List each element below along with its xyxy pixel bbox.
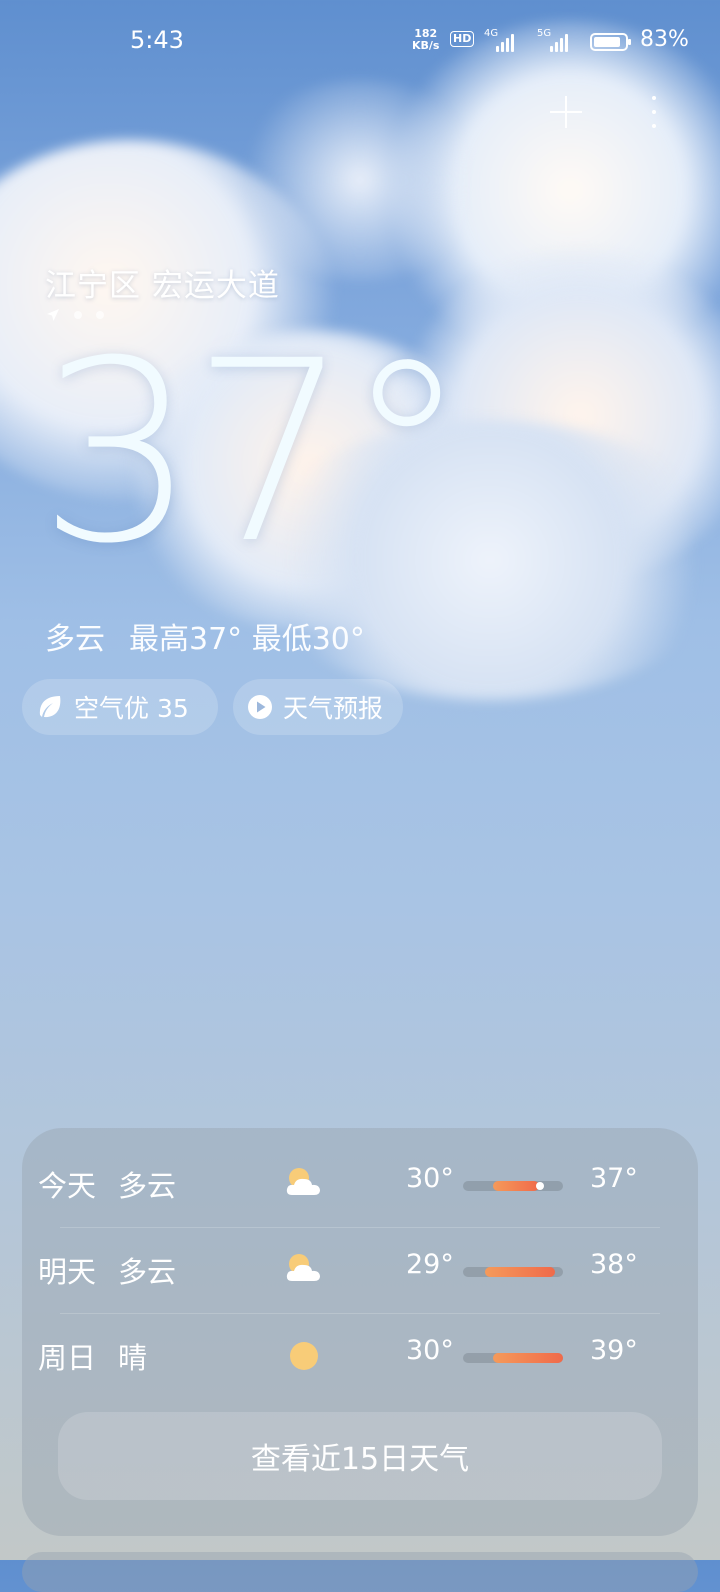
temperature-range-fill [493,1353,563,1363]
weather-forecast-video-chip[interactable]: 天气预报 [233,679,403,735]
forecast-row-today[interactable]: 今天 多云 30° 37° [38,1143,638,1227]
temperature-range-fill [485,1267,555,1277]
next-card-peek [22,1552,698,1592]
more-dot-icon [652,96,656,100]
forecast-high: 38° [590,1249,638,1280]
sim1-signal-icon [496,34,514,52]
forecast-day: 周日 [38,1341,97,1375]
status-time: 5:43 [130,26,184,54]
temperature-range-fill [493,1181,539,1191]
forecast-condition: 晴 [118,1341,148,1375]
forecast-row-tomorrow[interactable]: 明天 多云 29° 38° [38,1229,638,1313]
more-dot-icon [652,110,656,114]
sim2-signal-icon [550,34,568,52]
sim2-network-type: 5G [537,28,552,39]
more-dot-icon [652,124,656,128]
air-quality-chip[interactable]: 空气优 35 [22,679,218,735]
forecast-condition: 多云 [118,1255,177,1289]
add-city-button[interactable] [546,92,586,132]
view-15-day-forecast-button[interactable]: 查看近15日天气 [58,1412,662,1500]
forecast-high: 39° [590,1335,638,1366]
status-bar: 5:43 182 KB/s HD 4G 5G 83% [0,24,720,60]
temperature-range-bar [463,1267,563,1277]
more-options-button[interactable] [640,92,668,132]
forecast-day: 今天 [38,1169,97,1203]
forecast-low: 30° [406,1163,454,1194]
location-title[interactable]: 江宁区 宏运大道 [45,260,280,305]
forecast-row-sunday[interactable]: 周日 晴 30° 39° [38,1315,638,1399]
play-icon [247,694,273,720]
air-quality-label: 空气优 35 [74,694,189,723]
current-summary: 多云 最高37° 最低30° [45,614,389,658]
battery-icon [590,33,631,51]
battery-percent: 83% [640,27,689,52]
current-condition: 多云 [45,622,105,657]
current-temperature: 37° [38,307,469,598]
forecast-low: 30° [406,1335,454,1366]
temperature-range-bar [463,1181,563,1191]
network-speed: 182 KB/s [412,28,439,52]
current-temperature-marker [536,1182,544,1190]
weather-forecast-label: 天气预报 [283,694,384,723]
forecast-condition: 多云 [118,1169,177,1203]
partly-cloudy-icon [286,1168,320,1195]
leaf-icon [36,693,64,721]
partly-cloudy-icon [286,1254,320,1281]
temperature-range-bar [463,1353,563,1363]
network-speed-unit: KB/s [412,39,440,52]
forecast-day: 明天 [38,1255,97,1289]
forecast-high: 37° [590,1163,638,1194]
row-divider [60,1227,660,1228]
high-low-temperature: 最高37° 最低30° [129,622,365,657]
hd-voice-icon: HD [450,31,475,47]
sun-icon [290,1342,318,1370]
row-divider [60,1313,660,1314]
forecast-low: 29° [406,1249,454,1280]
